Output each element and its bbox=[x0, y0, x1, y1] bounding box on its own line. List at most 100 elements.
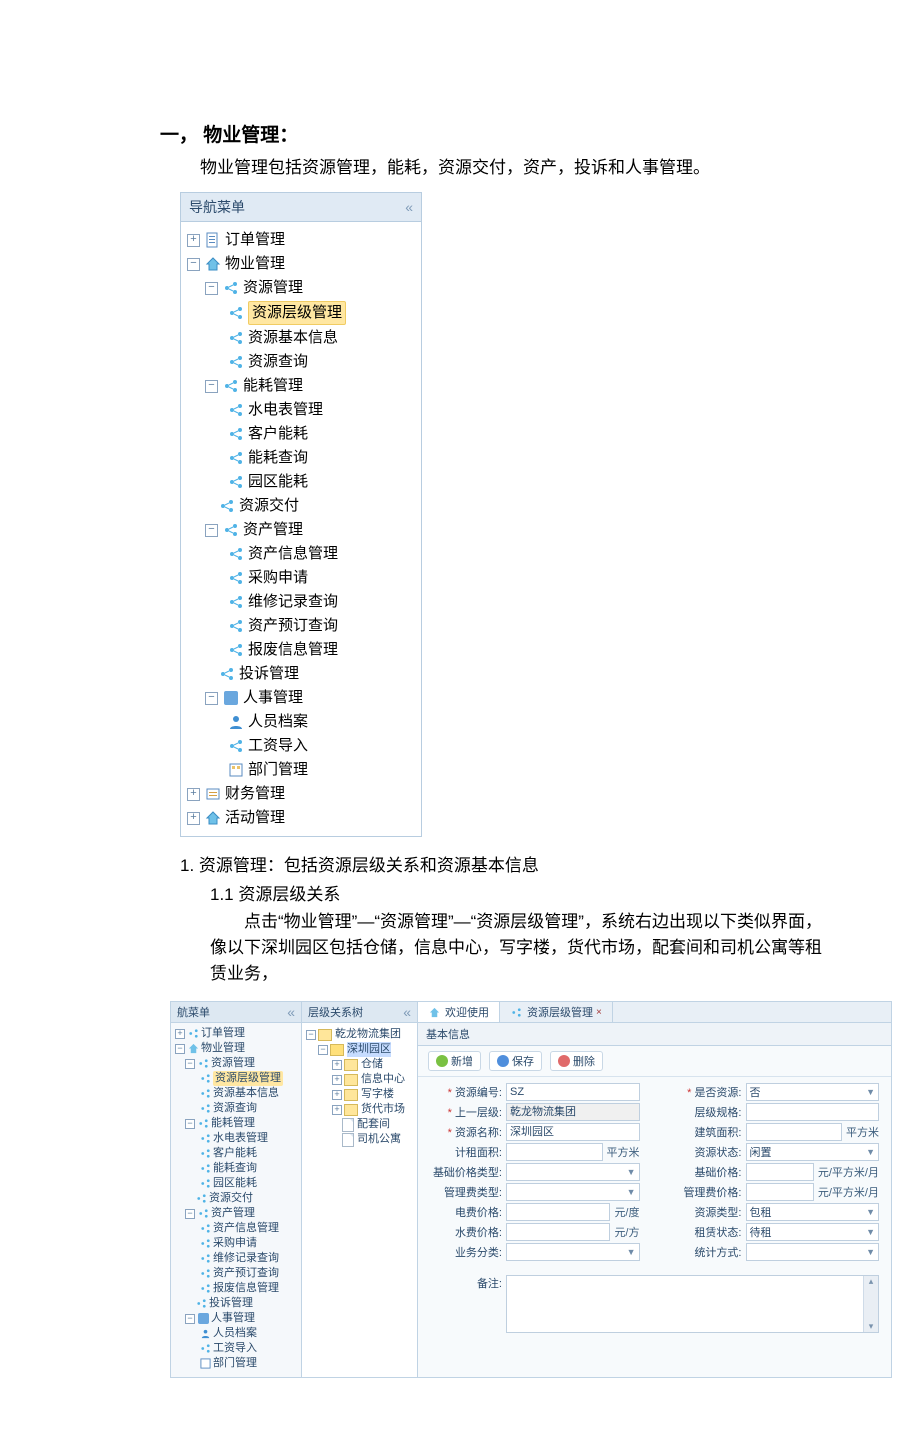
collapse-icon[interactable]: « bbox=[287, 1004, 295, 1020]
tree-node-res-deliver[interactable]: 资源交付 bbox=[187, 494, 419, 518]
res-type-select[interactable]: 包租▼ bbox=[746, 1203, 880, 1221]
tree-node-park-energy[interactable]: 园区能耗 bbox=[187, 470, 419, 494]
tree-node-purchase[interactable]: 采购申请 bbox=[187, 566, 419, 590]
snode-purchase[interactable]: 采购申请 bbox=[175, 1236, 299, 1251]
tree-node-meter[interactable]: 水电表管理 bbox=[187, 398, 419, 422]
snode-cust-energy[interactable]: 客户能耗 bbox=[175, 1146, 299, 1161]
snode-repair[interactable]: 维修记录查询 bbox=[175, 1251, 299, 1266]
share-icon bbox=[195, 1193, 207, 1205]
save-button[interactable]: 保存 bbox=[489, 1051, 542, 1071]
tree-node-asset-info[interactable]: 资产信息管理 bbox=[187, 542, 419, 566]
snode-park-energy[interactable]: 园区能耗 bbox=[175, 1176, 299, 1191]
snode-asset-info[interactable]: 资产信息管理 bbox=[175, 1221, 299, 1236]
share-icon bbox=[227, 545, 245, 563]
tree-node-res-base[interactable]: 资源基本信息 bbox=[187, 326, 419, 350]
snode-meter[interactable]: 水电表管理 bbox=[175, 1131, 299, 1146]
scrollbar[interactable]: ▴▾ bbox=[863, 1276, 878, 1332]
tree-node-scrap[interactable]: 报废信息管理 bbox=[187, 638, 419, 662]
tree-node-res-query[interactable]: 资源查询 bbox=[187, 350, 419, 374]
htree-c1[interactable]: +仓储 bbox=[306, 1057, 413, 1072]
tab-res-level[interactable]: 资源层级管理× bbox=[500, 1002, 613, 1022]
level-spec-input[interactable] bbox=[746, 1103, 880, 1121]
snode-res-deliver[interactable]: 资源交付 bbox=[175, 1191, 299, 1206]
elec-price-input[interactable] bbox=[506, 1203, 610, 1221]
tree-node-staff[interactable]: 人员档案 bbox=[187, 710, 419, 734]
snode-order[interactable]: +订单管理 bbox=[175, 1026, 299, 1041]
tree-node-repair[interactable]: 维修记录查询 bbox=[187, 590, 419, 614]
tree-node-dept[interactable]: 部门管理 bbox=[187, 758, 419, 782]
field-base-price-type: 基础价格类型:▼ bbox=[430, 1163, 640, 1181]
tree-node-resource[interactable]: −资源管理 bbox=[187, 276, 419, 300]
htree-c2[interactable]: +信息中心 bbox=[306, 1072, 413, 1087]
tree-node-asset-resv[interactable]: 资产预订查询 bbox=[187, 614, 419, 638]
share-icon bbox=[227, 353, 245, 371]
snode-res-query[interactable]: 资源查询 bbox=[175, 1101, 299, 1116]
bill-area-input[interactable] bbox=[506, 1143, 603, 1161]
snode-salary[interactable]: 工资导入 bbox=[175, 1341, 299, 1356]
htree-sz[interactable]: −深圳园区 bbox=[306, 1042, 413, 1057]
tree-node-energy-query[interactable]: 能耗查询 bbox=[187, 446, 419, 470]
base-price-type-select[interactable]: ▼ bbox=[506, 1163, 640, 1181]
tree-node-activity[interactable]: +活动管理 bbox=[187, 806, 419, 830]
snode-res-level[interactable]: 资源层级管理 bbox=[175, 1071, 299, 1086]
share-icon bbox=[199, 1283, 211, 1295]
tree-node-finance[interactable]: +财务管理 bbox=[187, 782, 419, 806]
snode-staff[interactable]: 人员档案 bbox=[175, 1326, 299, 1341]
collapse-icon[interactable]: « bbox=[405, 199, 413, 215]
tree-node-cust-energy[interactable]: 客户能耗 bbox=[187, 422, 419, 446]
share-icon bbox=[199, 1343, 211, 1355]
stat-method-select[interactable]: ▼ bbox=[746, 1243, 880, 1261]
tree-node-asset[interactable]: −资产管理 bbox=[187, 518, 419, 542]
snode-asset[interactable]: −资产管理 bbox=[175, 1206, 299, 1221]
app-screenshot: 航菜单« +订单管理 −物业管理 −资源管理 资源层级管理 资源基本信息 资源查… bbox=[170, 1001, 892, 1378]
water-price-input[interactable] bbox=[506, 1223, 610, 1241]
snode-energy[interactable]: −能耗管理 bbox=[175, 1116, 299, 1131]
nav-panel-screenshot: 导航菜单 « +订单管理 −物业管理 −资源管理 资源层级管理 资源基本信息 资… bbox=[180, 192, 422, 837]
res-name-input[interactable]: 深圳园区 bbox=[506, 1123, 640, 1141]
tree-node-complaint[interactable]: 投诉管理 bbox=[187, 662, 419, 686]
htree-c4[interactable]: +货代市场 bbox=[306, 1102, 413, 1117]
section-heading: 一， 物业管理： bbox=[160, 120, 850, 147]
tree-node-salary[interactable]: 工资导入 bbox=[187, 734, 419, 758]
snode-resource[interactable]: −资源管理 bbox=[175, 1056, 299, 1071]
fee-price-input[interactable] bbox=[746, 1183, 814, 1201]
tree-node-property[interactable]: −物业管理 bbox=[187, 252, 419, 276]
snode-res-base[interactable]: 资源基本信息 bbox=[175, 1086, 299, 1101]
collapse-icon[interactable]: « bbox=[403, 1004, 411, 1020]
snode-energy-query[interactable]: 能耗查询 bbox=[175, 1161, 299, 1176]
tree-node-hr[interactable]: −人事管理 bbox=[187, 686, 419, 710]
collapse-node-icon[interactable]: − bbox=[187, 258, 200, 271]
rent-state-select[interactable]: 待租▼ bbox=[746, 1223, 880, 1241]
snode-property[interactable]: −物业管理 bbox=[175, 1041, 299, 1056]
htree-root[interactable]: −乾龙物流集团 bbox=[306, 1027, 413, 1042]
snode-dept[interactable]: 部门管理 bbox=[175, 1356, 299, 1371]
chevron-down-icon: ▼ bbox=[627, 1247, 636, 1257]
field-remark: 备注: ▴▾ bbox=[418, 1267, 891, 1341]
snode-scrap[interactable]: 报废信息管理 bbox=[175, 1281, 299, 1296]
remark-textarea[interactable]: ▴▾ bbox=[506, 1275, 879, 1333]
folder-icon bbox=[344, 1059, 358, 1071]
build-area-input[interactable] bbox=[746, 1123, 843, 1141]
delete-button[interactable]: 删除 bbox=[550, 1051, 603, 1071]
htree-c5[interactable]: 配套间 bbox=[306, 1117, 413, 1132]
share-icon bbox=[222, 521, 240, 539]
htree-c6[interactable]: 司机公寓 bbox=[306, 1132, 413, 1147]
biz-class-select[interactable]: ▼ bbox=[506, 1243, 640, 1261]
is-res-select[interactable]: 否▼ bbox=[746, 1083, 880, 1101]
add-button[interactable]: 新增 bbox=[428, 1051, 481, 1071]
htree-c3[interactable]: +写字楼 bbox=[306, 1087, 413, 1102]
close-icon[interactable]: × bbox=[596, 1007, 602, 1018]
base-price-input[interactable] bbox=[746, 1163, 814, 1181]
res-state-select[interactable]: 闲置▼ bbox=[746, 1143, 880, 1161]
tab-welcome[interactable]: 欢迎使用 bbox=[418, 1002, 500, 1022]
expand-icon[interactable]: + bbox=[187, 234, 200, 247]
fee-type-select[interactable]: ▼ bbox=[506, 1183, 640, 1201]
snode-complaint[interactable]: 投诉管理 bbox=[175, 1296, 299, 1311]
tree-node-order[interactable]: +订单管理 bbox=[187, 228, 419, 252]
snode-asset-resv[interactable]: 资产预订查询 bbox=[175, 1266, 299, 1281]
res-code-input[interactable]: SZ bbox=[506, 1083, 640, 1101]
tree-node-energy[interactable]: −能耗管理 bbox=[187, 374, 419, 398]
snode-hr[interactable]: −人事管理 bbox=[175, 1311, 299, 1326]
tree-node-res-level[interactable]: 资源层级管理 bbox=[187, 300, 419, 326]
field-elec-price: 电费价格:元/度 bbox=[430, 1203, 640, 1221]
